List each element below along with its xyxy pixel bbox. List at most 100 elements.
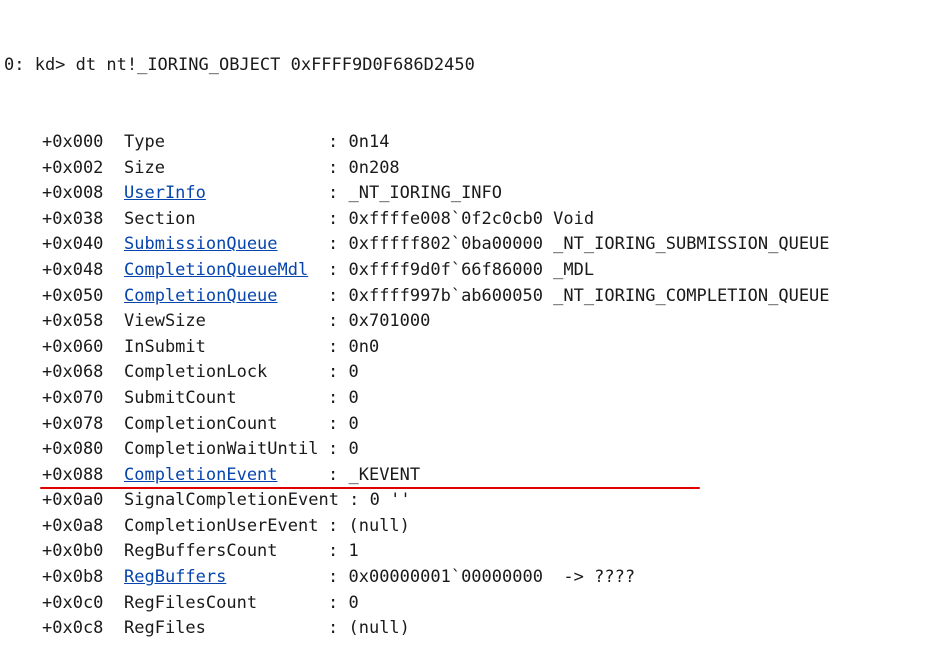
- field-value: 0: [348, 413, 359, 434]
- separator: :: [328, 285, 349, 306]
- field-row: +0x002 Size: 0n208: [4, 156, 830, 182]
- field-offset: +0x0b8: [42, 567, 104, 588]
- field-value: 0: [348, 439, 359, 460]
- field-value: (null): [348, 618, 410, 639]
- field-row: +0x050 CompletionQueue: 0xffff997b`ab6000…: [4, 284, 830, 310]
- struct-link[interactable]: CompletionQueueMdl: [124, 260, 308, 280]
- field-row: +0x070 SubmitCount: 0: [4, 386, 830, 412]
- struct-fields: +0x000 Type: 0n14 +0x002 Size: 0n208 +0x008 U…: [4, 130, 830, 642]
- separator: :: [328, 387, 349, 408]
- field-name-link[interactable]: RegBuffers: [124, 565, 328, 591]
- field-offset: +0x050: [42, 285, 104, 306]
- field-value: 0n208: [348, 157, 400, 178]
- field-offset: +0x038: [42, 208, 104, 229]
- field-name: Section: [124, 208, 196, 229]
- field-value: 0n14: [348, 131, 390, 152]
- field-row: +0x040 SubmissionQueue: 0xfffff802`0ba000…: [4, 232, 830, 258]
- field-offset: +0x0c0: [42, 592, 104, 613]
- separator: :: [328, 439, 349, 460]
- field-name: RegFilesCount: [124, 592, 258, 613]
- field-row: +0x008 UserInfo: _NT_IORING_INFO: [4, 181, 830, 207]
- field-row: +0x0a0 SignalCompletionEvent : 0 '': [4, 488, 830, 514]
- struct-link[interactable]: CompletionQueue: [124, 286, 278, 306]
- struct-link[interactable]: SubmissionQueue: [124, 234, 278, 254]
- field-row: +0x038 Section: 0xffffe008`0f2c0cb0 Void: [4, 207, 830, 233]
- separator: :: [328, 311, 349, 332]
- field-name: CompletionWaitUntil: [124, 439, 319, 460]
- field-value: 0: [348, 362, 359, 383]
- separator: :: [328, 567, 349, 588]
- separator: :: [328, 183, 349, 204]
- prompt: 0: kd>: [4, 55, 66, 76]
- separator: :: [328, 541, 349, 562]
- field-value: (null): [348, 515, 410, 536]
- field-offset: +0x070: [42, 387, 104, 408]
- field-offset: +0x0c8: [42, 618, 104, 639]
- field-value: 0x00000001`00000000 -> ????: [348, 567, 636, 588]
- struct-link[interactable]: CompletionEvent: [124, 465, 278, 485]
- field-name: RegBuffersCount: [124, 541, 278, 562]
- field-name-link[interactable]: CompletionQueue: [124, 284, 328, 310]
- separator: :: [328, 618, 349, 639]
- field-offset: +0x002: [42, 157, 104, 178]
- field-value: 0 '': [369, 490, 411, 511]
- separator: :: [328, 131, 349, 152]
- field-row: +0x048 CompletionQueueMdl: 0xffff9d0f`66f…: [4, 258, 830, 284]
- field-offset: +0x068: [42, 362, 104, 383]
- field-value: 1: [348, 541, 359, 562]
- field-row: +0x0c0 RegFilesCount: 0: [4, 591, 830, 617]
- field-name: CompletionLock: [124, 362, 268, 383]
- field-name: Size: [124, 157, 165, 178]
- field-value: 0xffff9d0f`66f86000 _MDL: [348, 259, 595, 280]
- field-row: +0x068 CompletionLock: 0: [4, 360, 830, 386]
- field-name-link[interactable]: UserInfo: [124, 181, 328, 207]
- struct-link[interactable]: UserInfo: [124, 183, 206, 203]
- field-row: +0x0b8 RegBuffers: 0x00000001`00000000 ->…: [4, 565, 830, 591]
- field-offset: +0x048: [42, 259, 104, 280]
- separator: :: [328, 362, 349, 383]
- field-value: 0: [348, 387, 359, 408]
- field-offset: +0x078: [42, 413, 104, 434]
- field-name-link[interactable]: CompletionQueueMdl: [124, 258, 328, 284]
- field-offset: +0x0b0: [42, 541, 104, 562]
- field-offset: +0x080: [42, 439, 104, 460]
- field-row: +0x060 InSubmit: 0n0: [4, 335, 830, 361]
- field-row: +0x058 ViewSize: 0x701000: [4, 309, 830, 335]
- debugger-output: 0: kd> dt nt!_IORING_OBJECT 0xFFFF9D0F68…: [4, 2, 830, 667]
- command-line: 0: kd> dt nt!_IORING_OBJECT 0xFFFF9D0F68…: [4, 53, 830, 79]
- field-name: ViewSize: [124, 311, 206, 332]
- field-offset: +0x040: [42, 234, 104, 255]
- separator: :: [328, 259, 349, 280]
- field-value: 0xfffff802`0ba00000 _NT_IORING_SUBMISSIO…: [348, 234, 830, 255]
- field-value: 0: [348, 592, 359, 613]
- field-row: +0x080 CompletionWaitUntil: 0: [4, 437, 830, 463]
- field-offset: +0x060: [42, 336, 104, 357]
- field-row: +0x078 CompletionCount: 0: [4, 412, 830, 438]
- field-value: 0n0: [348, 336, 380, 357]
- field-row: +0x0a8 CompletionUserEvent: (null): [4, 514, 830, 540]
- field-value: _NT_IORING_INFO: [348, 183, 503, 204]
- field-row: +0x0b0 RegBuffersCount: 1: [4, 539, 830, 565]
- separator: :: [328, 413, 349, 434]
- field-name: InSubmit: [124, 336, 206, 357]
- separator: :: [328, 464, 349, 485]
- field-name: SignalCompletionEvent: [124, 490, 339, 511]
- field-name: Type: [124, 131, 165, 152]
- field-row: +0x000 Type: 0n14: [4, 130, 830, 156]
- field-name: CompletionCount: [124, 413, 278, 434]
- field-offset: +0x000: [42, 131, 104, 152]
- highlight-underline: [40, 487, 700, 489]
- field-name-link[interactable]: CompletionEvent: [124, 463, 328, 489]
- field-offset: +0x0a8: [42, 515, 104, 536]
- separator: :: [328, 592, 349, 613]
- struct-link[interactable]: RegBuffers: [124, 567, 226, 587]
- field-name: SubmitCount: [124, 387, 237, 408]
- separator: :: [338, 490, 370, 511]
- field-name-link[interactable]: SubmissionQueue: [124, 232, 328, 258]
- field-offset: +0x088: [42, 464, 104, 485]
- field-value: _KEVENT: [348, 464, 421, 485]
- separator: :: [328, 208, 349, 229]
- field-value: 0x701000: [348, 311, 431, 332]
- separator: :: [328, 515, 349, 536]
- field-name: RegFiles: [124, 618, 206, 639]
